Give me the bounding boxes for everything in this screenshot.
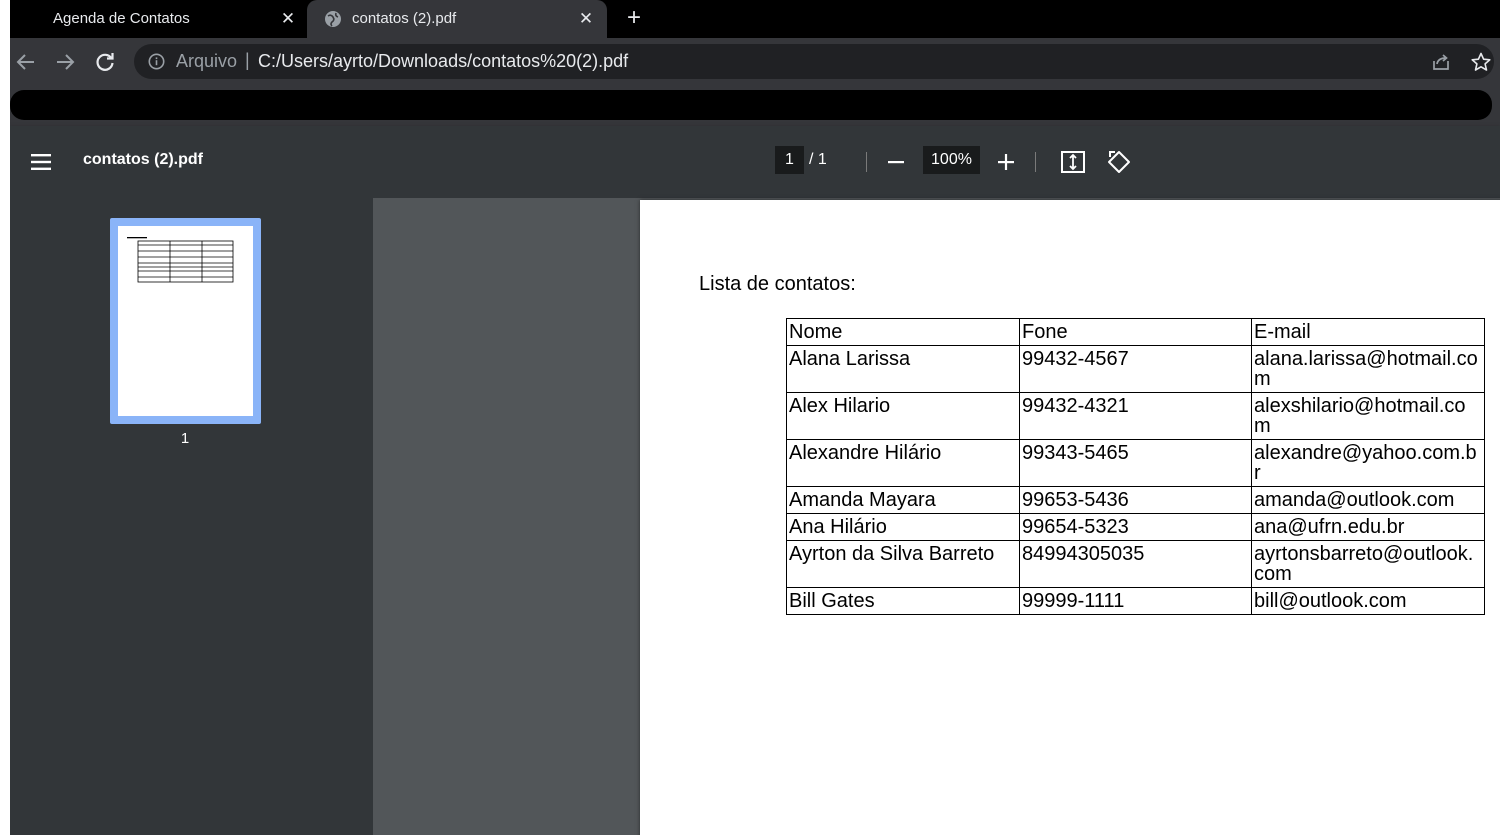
table-row: Ana Hilário 99654-5323 ana@ufrn.edu.br (786, 513, 1485, 541)
cell-nome: Alana Larissa (786, 345, 1020, 393)
pdf-toolbar: contatos (2).pdf 1 / 1 100% (10, 126, 1500, 198)
page-number-input[interactable]: 1 (775, 146, 804, 174)
cell-nome: Bill Gates (786, 587, 1020, 615)
cell-fone: 99432-4321 (1019, 392, 1252, 440)
column-header-nome: Nome (786, 318, 1020, 346)
cell-fone: 99432-4567 (1019, 345, 1252, 393)
tab-title: Agenda de Contatos (53, 10, 190, 27)
divider (866, 152, 867, 172)
table-row: Alex Hilario 99432-4321 alexshilario@hot… (786, 392, 1485, 440)
address-bar[interactable]: Arquivo | C:/Users/ayrto/Downloads/conta… (134, 44, 1494, 79)
table-header-row: Nome Fone E-mail (786, 318, 1485, 346)
globe-icon (325, 11, 341, 27)
tab-title: contatos (2).pdf (352, 10, 457, 27)
tab-agenda-de-contatos[interactable]: Agenda de Contatos ✕ (10, 0, 307, 38)
zoom-in-icon[interactable] (993, 149, 1019, 175)
column-header-email: E-mail (1251, 318, 1485, 346)
cell-fone: 99999-1111 (1019, 587, 1252, 615)
forward-icon[interactable] (53, 50, 77, 74)
cell-email: alexshilario@hotmail.com (1251, 392, 1485, 440)
document-viewport[interactable]: Lista de contatos: Nome Fone E-mail Alan… (373, 198, 1500, 835)
contacts-table: Nome Fone E-mail Alana Larissa 99432-456… (786, 318, 1485, 615)
cell-fone: 99653-5436 (1019, 486, 1252, 514)
cell-email: alana.larissa@hotmail.com (1251, 345, 1485, 393)
cell-email: amanda@outlook.com (1251, 486, 1485, 514)
table-row: Amanda Mayara 99653-5436 amanda@outlook.… (786, 486, 1485, 514)
column-header-fone: Fone (1019, 318, 1252, 346)
page-total: / 1 (809, 151, 827, 168)
cell-nome: Alexandre Hilário (786, 439, 1020, 487)
document-heading: Lista de contatos: (699, 273, 856, 295)
cell-email: bill@outlook.com (1251, 587, 1485, 615)
redaction-scribble (10, 90, 1492, 120)
cell-email: ana@ufrn.edu.br (1251, 513, 1485, 541)
close-icon[interactable]: ✕ (278, 9, 298, 29)
page-thumbnail[interactable] (110, 218, 261, 424)
cell-nome: Amanda Mayara (786, 486, 1020, 514)
tab-contatos-pdf[interactable]: contatos (2).pdf ✕ (307, 0, 607, 38)
file-scheme-label: Arquivo (176, 51, 238, 71)
back-icon[interactable] (14, 50, 38, 74)
cell-fone: 99343-5465 (1019, 439, 1252, 487)
thumbnail-page (118, 226, 253, 416)
rotate-icon[interactable] (1106, 149, 1132, 175)
zoom-out-icon[interactable] (883, 149, 909, 175)
share-icon[interactable] (1430, 51, 1452, 73)
tab-strip: Agenda de Contatos ✕ contatos (2).pdf ✕ … (10, 0, 1500, 38)
separator: | (245, 50, 250, 70)
url-text[interactable]: C:/Users/ayrto/Downloads/contatos%20(2).… (258, 51, 628, 72)
browser-toolbar: Arquivo | C:/Users/ayrto/Downloads/conta… (10, 38, 1500, 86)
cell-email: ayrtonsbarreto@outlook.com (1251, 540, 1485, 588)
table-row: Bill Gates 99999-1111 bill@outlook.com (786, 587, 1485, 615)
zoom-level-input[interactable]: 100% (923, 146, 980, 174)
divider (1035, 152, 1036, 172)
thumbnail-sidebar: 1 (10, 198, 373, 835)
close-icon[interactable]: ✕ (576, 9, 596, 29)
pdf-title: contatos (2).pdf (83, 151, 203, 168)
thumbnail-preview (127, 237, 234, 283)
table-row: Alexandre Hilário 99343-5465 alexandre@y… (786, 439, 1485, 487)
cell-nome: Ana Hilário (786, 513, 1020, 541)
screen: Agenda de Contatos ✕ contatos (2).pdf ✕ … (0, 0, 1500, 835)
table-row: Alana Larissa 99432-4567 alana.larissa@h… (786, 345, 1485, 393)
new-tab-button[interactable]: + (622, 6, 646, 31)
cell-nome: Ayrton da Silva Barreto (786, 540, 1020, 588)
thumbnail-page-number: 1 (180, 430, 190, 447)
fit-to-page-icon[interactable] (1060, 150, 1086, 174)
cell-email: alexandre@yahoo.com.br (1251, 439, 1485, 487)
info-icon[interactable] (148, 53, 165, 70)
pdf-page: Lista de contatos: Nome Fone E-mail Alan… (640, 200, 1500, 835)
bookmarks-bar (10, 86, 1500, 126)
star-icon[interactable] (1470, 51, 1492, 73)
reload-icon[interactable] (93, 50, 117, 74)
cell-nome: Alex Hilario (786, 392, 1020, 440)
browser-window: Agenda de Contatos ✕ contatos (2).pdf ✕ … (10, 0, 1500, 835)
cell-fone: 84994305035 (1019, 540, 1252, 588)
cell-fone: 99654-5323 (1019, 513, 1252, 541)
table-row: Ayrton da Silva Barreto 84994305035 ayrt… (786, 540, 1485, 588)
menu-icon[interactable] (30, 151, 52, 173)
